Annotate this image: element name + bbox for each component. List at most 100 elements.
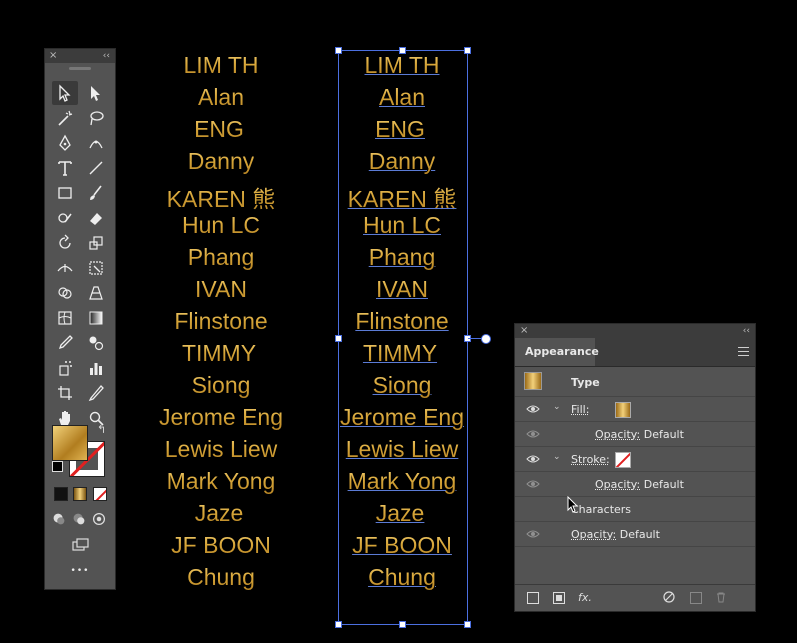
- screen-mode-icon[interactable]: [67, 533, 93, 557]
- swap-fill-stroke-icon[interactable]: ↰: [97, 423, 106, 436]
- name-text-selected[interactable]: TIMMY: [363, 340, 437, 367]
- resize-handle[interactable]: [335, 621, 342, 628]
- perspective-grid-tool-icon[interactable]: [83, 281, 109, 305]
- gradient-mode-icon[interactable]: [73, 487, 87, 501]
- free-transform-tool-icon[interactable]: [83, 256, 109, 280]
- direct-selection-tool-icon[interactable]: [83, 81, 109, 105]
- name-text-selected[interactable]: Phang: [369, 244, 436, 271]
- name-text: Jaze: [194, 500, 244, 526]
- name-text: Danny: [187, 148, 255, 174]
- name-text: Mark Yong: [166, 468, 276, 494]
- name-text-selected[interactable]: LIM TH: [365, 52, 440, 79]
- shape-builder-tool-icon[interactable]: [52, 281, 78, 305]
- resize-handle[interactable]: [464, 621, 471, 628]
- fill-opacity-row[interactable]: Opacity: Default: [515, 422, 755, 447]
- stroke-label: Stroke:: [571, 453, 610, 466]
- stroke-opacity-row[interactable]: Opacity: Default: [515, 472, 755, 497]
- color-mode-icon[interactable]: [54, 487, 68, 501]
- tab-appearance[interactable]: Appearance: [515, 338, 599, 366]
- characters-row[interactable]: Characters: [515, 497, 755, 522]
- stroke-row[interactable]: ⌄ Stroke:: [515, 447, 755, 472]
- rotate-tool-icon[interactable]: [52, 231, 78, 255]
- type-tool-icon[interactable]: [52, 156, 78, 180]
- width-tool-icon[interactable]: [52, 256, 78, 280]
- name-text-selected[interactable]: Flinstone: [355, 308, 448, 335]
- trash-icon[interactable]: [715, 591, 727, 603]
- mesh-tool-icon[interactable]: [52, 306, 78, 330]
- curvature-tool-icon[interactable]: [83, 131, 109, 155]
- selection-tool-icon[interactable]: [52, 81, 78, 105]
- name-text: Siong: [191, 372, 251, 398]
- visibility-eye-icon[interactable]: [526, 479, 540, 489]
- rectangle-tool-icon[interactable]: [52, 181, 78, 205]
- stroke-none-chip[interactable]: [615, 452, 631, 468]
- name-text-selected[interactable]: JF BOON: [352, 532, 452, 559]
- name-text-selected[interactable]: Hun LC: [363, 212, 441, 239]
- name-text-selected[interactable]: Mark Yong: [348, 468, 457, 495]
- opacity-row[interactable]: Opacity: Default: [515, 522, 755, 547]
- name-text: JF BOON: [171, 532, 271, 558]
- blend-tool-icon[interactable]: [83, 331, 109, 355]
- visibility-eye-icon[interactable]: [526, 404, 540, 414]
- draw-behind-icon[interactable]: [70, 510, 88, 528]
- name-text-selected[interactable]: Jaze: [376, 500, 425, 527]
- eraser-tool-icon[interactable]: [83, 206, 109, 230]
- add-new-stroke-icon[interactable]: [527, 592, 539, 604]
- paintbrush-tool-icon[interactable]: [83, 181, 109, 205]
- none-mode-icon[interactable]: [93, 487, 107, 501]
- add-effect-icon[interactable]: fx.: [578, 591, 592, 604]
- column-graph-tool-icon[interactable]: [83, 356, 109, 380]
- name-text-selected[interactable]: KAREN 熊: [348, 180, 457, 214]
- close-icon[interactable]: ×: [49, 49, 57, 63]
- collapse-icon[interactable]: ‹‹: [743, 324, 750, 338]
- name-text: Lewis Liew: [164, 436, 278, 462]
- panel-menu-icon[interactable]: [738, 347, 749, 359]
- artboard-tool-icon[interactable]: [52, 381, 78, 405]
- default-fill-stroke-icon[interactable]: [52, 461, 63, 472]
- symbol-sprayer-tool-icon[interactable]: [52, 356, 78, 380]
- name-text-selected[interactable]: Lewis Liew: [346, 436, 459, 463]
- chevron-down-icon[interactable]: ⌄: [553, 452, 561, 462]
- name-text-selected[interactable]: Chung: [368, 564, 436, 591]
- name-text-selected[interactable]: Danny: [369, 148, 435, 175]
- draw-normal-icon[interactable]: [50, 510, 68, 528]
- name-text-selected[interactable]: ENG: [375, 116, 425, 143]
- add-new-fill-icon[interactable]: [553, 592, 565, 604]
- name-text-selected[interactable]: Alan: [379, 84, 425, 111]
- slice-tool-icon[interactable]: [83, 381, 109, 405]
- fill-swatch[interactable]: [52, 425, 88, 461]
- resize-handle[interactable]: [464, 47, 471, 54]
- eyedropper-tool-icon[interactable]: [52, 331, 78, 355]
- close-icon[interactable]: ×: [520, 324, 528, 338]
- lasso-tool-icon[interactable]: [83, 106, 109, 130]
- fill-row[interactable]: ⌄ Fill:: [515, 397, 755, 422]
- duplicate-item-icon[interactable]: [690, 592, 702, 604]
- resize-handle[interactable]: [335, 47, 342, 54]
- name-text-selected[interactable]: Siong: [373, 372, 432, 399]
- name-text-selected[interactable]: Jerome Eng: [340, 404, 464, 431]
- visibility-eye-icon[interactable]: [526, 454, 540, 464]
- gradient-tool-icon[interactable]: [83, 306, 109, 330]
- line-tool-icon[interactable]: [83, 156, 109, 180]
- visibility-eye-icon[interactable]: [526, 529, 540, 539]
- clear-appearance-icon[interactable]: [663, 591, 675, 603]
- name-text-selected[interactable]: IVAN: [376, 276, 428, 303]
- fill-color-chip[interactable]: [615, 402, 631, 418]
- draw-inside-icon[interactable]: [90, 510, 108, 528]
- pen-tool-icon[interactable]: [52, 131, 78, 155]
- resize-handle[interactable]: [335, 335, 342, 342]
- resize-handle[interactable]: [399, 621, 406, 628]
- shaper-tool-icon[interactable]: [52, 206, 78, 230]
- scale-tool-icon[interactable]: [83, 231, 109, 255]
- stroke-opacity: Opacity: Default: [595, 478, 684, 491]
- collapse-icon[interactable]: ‹‹: [103, 49, 110, 63]
- panel-grip[interactable]: [69, 67, 91, 70]
- chevron-down-icon[interactable]: ⌄: [553, 402, 561, 412]
- edit-toolbar-icon[interactable]: •••: [45, 566, 115, 576]
- out-port-handle[interactable]: [481, 334, 491, 344]
- name-text: Jerome Eng: [158, 404, 284, 430]
- characters-label[interactable]: Characters: [571, 503, 631, 516]
- visibility-eye-icon[interactable]: [526, 429, 540, 439]
- opacity: Opacity: Default: [571, 528, 660, 541]
- magic-wand-tool-icon[interactable]: [52, 106, 78, 130]
